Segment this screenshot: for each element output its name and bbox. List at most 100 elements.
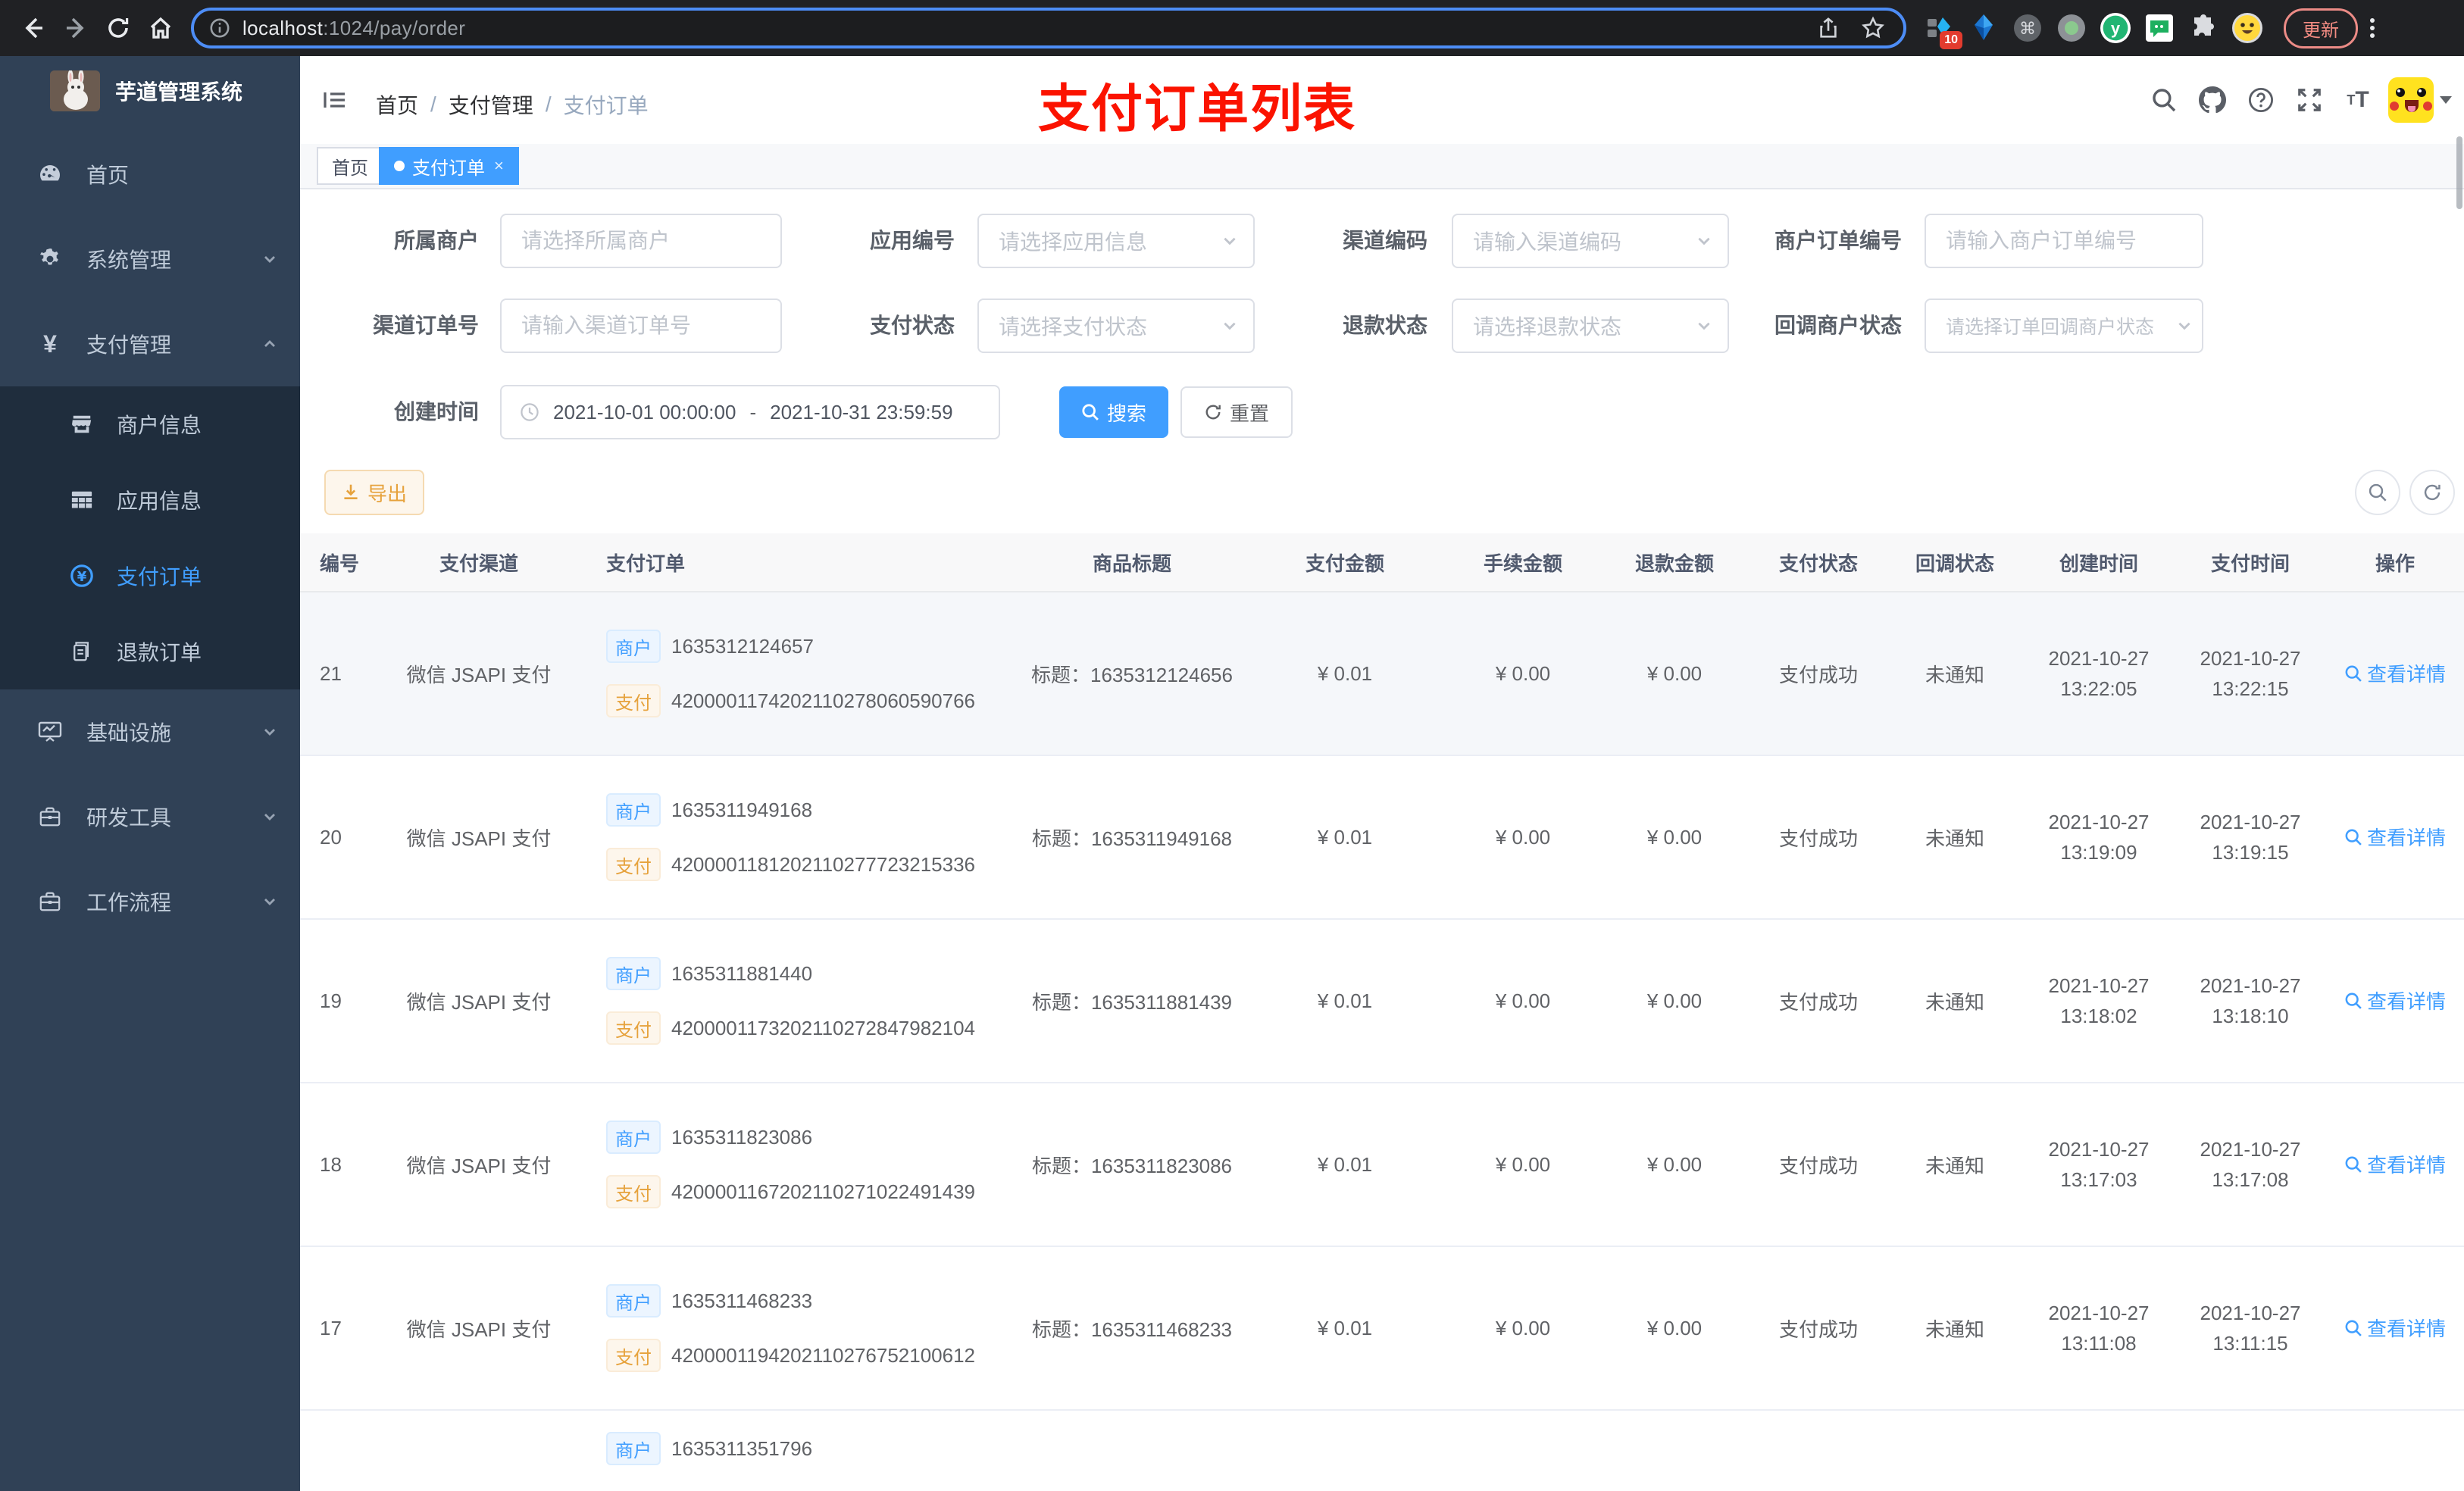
search-toggle-button[interactable] — [2355, 470, 2400, 515]
search-icon[interactable] — [2140, 56, 2188, 144]
sidebar-item-pay[interactable]: ¥ 支付管理 — [0, 302, 300, 386]
created-cell: 2021-10-27 13:11:08 — [2048, 1302, 2150, 1355]
briefcase-icon — [32, 890, 68, 913]
sidebar-item-home[interactable]: 首页 — [0, 132, 300, 217]
github-icon[interactable] — [2188, 56, 2237, 144]
command-extension-icon[interactable]: ⌘ — [2012, 13, 2043, 43]
breadcrumb: 首页 / 支付管理 / 支付订单 — [376, 89, 649, 120]
browser-update-button[interactable]: 更新 — [2284, 8, 2358, 48]
emoji-extension-icon[interactable] — [2232, 13, 2262, 43]
font-size-icon[interactable]: TT — [2334, 56, 2382, 144]
fullscreen-icon[interactable] — [2285, 56, 2334, 144]
channel-code-select[interactable]: 请输入渠道编码 — [1452, 214, 1729, 268]
logo-row[interactable]: 芋道管理系统 — [0, 56, 300, 126]
view-detail-link[interactable]: 查看详情 — [2344, 659, 2446, 687]
view-detail-link[interactable]: 查看详情 — [2344, 986, 2446, 1014]
order-id-cell: 17 — [320, 1316, 342, 1339]
filter-label: 创建时间 — [393, 400, 479, 424]
merchant-order-no-input[interactable] — [1925, 214, 2203, 268]
page-annotation: 支付订单列表 — [1038, 80, 1357, 138]
page-scrollbar[interactable] — [2456, 136, 2462, 209]
fee-cell: ¥ 0.00 — [1495, 1152, 1551, 1176]
pay-tag: 支付 — [606, 1339, 661, 1372]
table-row[interactable]: 18 微信 JSAPI 支付 商户 1635311823086 支付 4200001… — [300, 1083, 2464, 1247]
puzzle-extension-icon[interactable] — [2188, 13, 2219, 43]
browser-toolbar: localhost:1024/pay/order 10 ⌘ y 更新 — [0, 0, 2464, 56]
diamond-extension-icon[interactable]: 10 — [1925, 13, 1962, 49]
status-cell: 支付成功 — [1778, 663, 1858, 686]
status-cell: 支付成功 — [1778, 990, 1858, 1014]
y-extension-icon[interactable]: y — [2100, 13, 2131, 43]
chat-extension-icon[interactable] — [2144, 13, 2175, 43]
notify-status-select[interactable]: 请选择订单回调商户状态 — [1925, 299, 2203, 353]
reset-button[interactable]: 重置 — [1180, 386, 1293, 438]
sidebar-item-label: 应用信息 — [117, 489, 202, 513]
date-range-input[interactable]: 2021-10-01 00:00:00 - 2021-10-31 23:59:5… — [500, 385, 1000, 439]
export-button[interactable]: 导出 — [324, 470, 424, 515]
pay-order-cell: 商户 1635311881440 支付 4200001173202110272847… — [582, 957, 1021, 1045]
table-row[interactable]: 20 微信 JSAPI 支付 商户 1635311949168 支付 4200001… — [300, 756, 2464, 920]
sidebar-item-system[interactable]: 系统管理 — [0, 217, 300, 302]
tab-home[interactable]: 首页 — [317, 147, 383, 185]
bookmark-star-icon[interactable] — [1861, 16, 1885, 40]
title-cell: 标题：1635311881439 — [1031, 990, 1233, 1014]
home-icon[interactable] — [139, 7, 182, 49]
reload-icon[interactable] — [97, 7, 139, 49]
sidebar-item-refund-order[interactable]: 退款订单 — [0, 614, 300, 689]
caret-down-icon[interactable] — [2440, 96, 2452, 104]
status-cell: 支付成功 — [1778, 827, 1858, 850]
view-detail-link[interactable]: 查看详情 — [2344, 1314, 2446, 1342]
view-detail-link[interactable]: 查看详情 — [2344, 1150, 2446, 1178]
sidebar-item-merchant-info[interactable]: 商户信息 — [0, 386, 300, 462]
table-row-partial[interactable]: 商户 1635311351796 — [300, 1411, 2464, 1491]
breadcrumb-item[interactable]: 支付管理 — [449, 89, 533, 120]
refresh-button[interactable] — [2409, 470, 2455, 515]
avatar[interactable] — [2388, 77, 2434, 123]
refund-status-select[interactable]: 请选择退款状态 — [1452, 299, 1729, 353]
app-window: 芋道管理系统 首页 系统管理 ¥ 支付管理 商户信息 应用信息 ¥ 支付订单 退… — [0, 56, 2464, 1491]
breadcrumb-item[interactable]: 首页 — [376, 89, 418, 120]
back-icon[interactable] — [12, 7, 55, 49]
pay-status-select[interactable]: 请选择支付状态 — [977, 299, 1255, 353]
tab-pay-order[interactable]: 支付订单 × — [379, 147, 519, 185]
kite-extension-icon[interactable] — [1968, 13, 1999, 43]
filter-label: 退款状态 — [1342, 314, 1427, 337]
search-button[interactable]: 搜索 — [1059, 386, 1168, 438]
sidebar-item-devtools[interactable]: 研发工具 — [0, 774, 300, 859]
refresh-icon — [2424, 484, 2441, 501]
sidebar-item-pay-order[interactable]: ¥ 支付订单 — [0, 538, 300, 614]
sidebar-item-workflow[interactable]: 工作流程 — [0, 859, 300, 944]
pay-order-icon: ¥ — [65, 564, 98, 588]
logo-image — [50, 70, 100, 111]
table-row[interactable]: 21 微信 JSAPI 支付 商户 1635312124657 支付 4200001… — [300, 592, 2464, 756]
browser-menu-icon[interactable] — [2370, 18, 2375, 38]
dashboard-icon — [32, 162, 68, 186]
menu-fold-icon[interactable] — [321, 86, 349, 120]
forward-icon[interactable] — [55, 7, 97, 49]
record-dot-extension-icon[interactable] — [2056, 13, 2087, 43]
sidebar-item-label: 商户信息 — [117, 414, 202, 437]
merchant-tag: 商户 — [606, 630, 661, 663]
app-select[interactable]: 请选择应用信息 — [977, 214, 1255, 268]
orders-table: 编号 支付渠道 支付订单 商品标题 支付金额 手续金额 退款金额 支付状态 回调… — [300, 533, 2464, 1491]
paid-cell: 2021-10-27 13:19:15 — [2200, 811, 2301, 864]
channel-order-no-input[interactable] — [500, 299, 782, 353]
table-row[interactable]: 17 微信 JSAPI 支付 商户 1635311468233 支付 4200001… — [300, 1247, 2464, 1411]
help-icon[interactable] — [2237, 56, 2285, 144]
pay-tag: 支付 — [606, 1011, 661, 1045]
sidebar-item-app-info[interactable]: 应用信息 — [0, 462, 300, 538]
sidebar-item-label: 支付管理 — [86, 333, 172, 357]
sidebar-item-infra[interactable]: 基础设施 — [0, 689, 300, 774]
share-icon[interactable] — [1817, 17, 1840, 39]
filter-label: 渠道编码 — [1342, 229, 1427, 252]
table-row[interactable]: 19 微信 JSAPI 支付 商户 1635311881440 支付 4200001… — [300, 920, 2464, 1083]
view-detail-link[interactable]: 查看详情 — [2344, 823, 2446, 851]
order-id-cell: 18 — [320, 1152, 342, 1176]
close-icon[interactable]: × — [494, 156, 504, 176]
site-info-icon[interactable] — [209, 17, 230, 39]
fee-cell: ¥ 0.00 — [1495, 1316, 1551, 1339]
amount-cell: ¥ 0.01 — [1317, 1152, 1373, 1176]
url-bar[interactable]: localhost:1024/pay/order — [191, 8, 1906, 48]
chevron-down-icon — [262, 252, 277, 267]
merchant-select-input[interactable] — [500, 214, 782, 268]
